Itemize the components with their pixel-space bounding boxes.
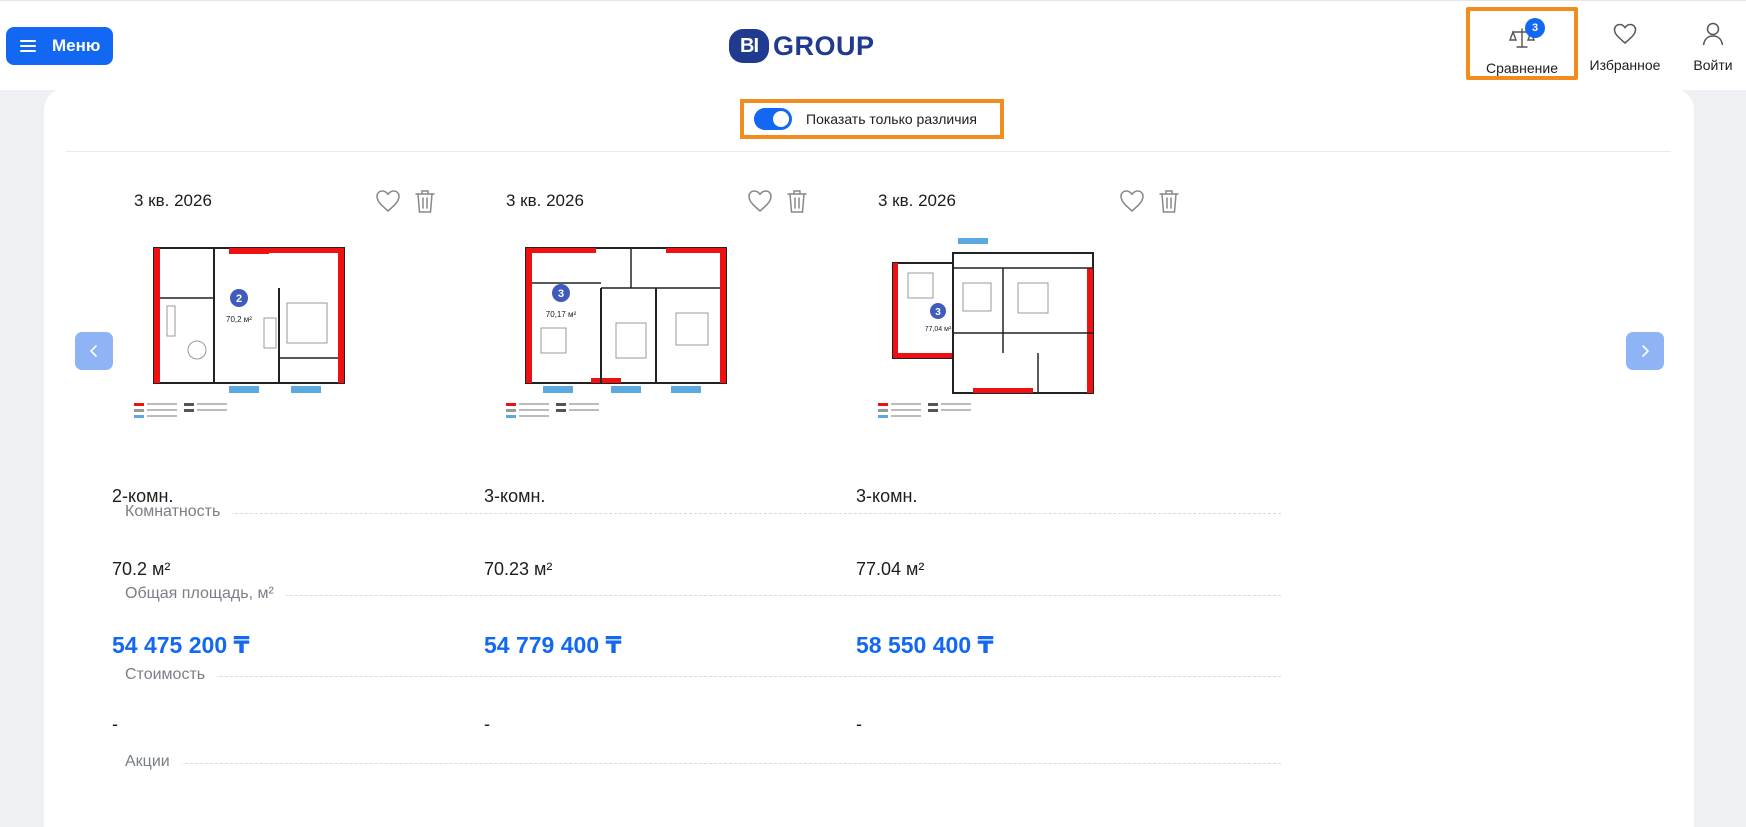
- promo-value: -: [112, 714, 118, 734]
- trash-icon[interactable]: [786, 188, 808, 214]
- plan-area: 77,04 м²: [925, 326, 952, 333]
- row-separator: [125, 513, 1281, 514]
- price-value: 54 475 200 ₸: [112, 632, 250, 658]
- user-icon: [1702, 22, 1724, 46]
- next-arrow-button[interactable]: [1626, 332, 1664, 370]
- area-value: 77.04 м²: [856, 559, 925, 579]
- logo[interactable]: BI GROUP: [729, 29, 875, 63]
- heart-icon: [1613, 23, 1637, 44]
- apartment-column: 3 кв. 2026 3 70,17 м² 3-комн. 70.23 м² 5…: [461, 88, 833, 827]
- logo-mark: BI: [729, 29, 769, 63]
- compare-link[interactable]: 3 Сравнение: [1466, 7, 1578, 80]
- apartment-column: 3 кв. 2026 3 77,04 м² 3 -комн. 77.04 м² 5…: [833, 88, 1205, 827]
- login-label: Войти: [1693, 57, 1733, 73]
- plan-rooms-number: 2: [236, 293, 242, 305]
- plan-area: 70,17 м²: [546, 310, 577, 319]
- login-link[interactable]: Войти: [1684, 13, 1742, 83]
- promo-row-label: Акции: [125, 753, 182, 771]
- area-value: 70.2 м²: [112, 559, 171, 579]
- chevron-right-icon: [1642, 345, 1649, 357]
- price-row-label: Стоимость: [125, 666, 218, 684]
- favorites-link[interactable]: Избранное: [1585, 13, 1665, 83]
- area-row-label: Общая площадь, м²: [125, 585, 286, 603]
- floor-plan-image: 3 77,04 м²: [878, 238, 1094, 418]
- plan-rooms-number: 3: [935, 307, 941, 318]
- heart-icon[interactable]: [375, 188, 401, 214]
- completion-date: 3 кв. 2026: [506, 191, 584, 210]
- floor-plan-image: 2 70,2 м²: [134, 247, 345, 418]
- site-header: Меню BI GROUP 3 Сравнение Избранное Войт…: [0, 0, 1746, 90]
- completion-date: 3 кв. 2026: [134, 191, 212, 210]
- trash-icon[interactable]: [1158, 188, 1180, 214]
- menu-button-label: Меню: [52, 36, 101, 55]
- completion-date: 3 кв. 2026: [878, 191, 956, 210]
- row-separator: [125, 676, 1281, 677]
- promo-value: -: [856, 714, 862, 734]
- floor-plan-image: 3 70,17 м²: [506, 247, 727, 418]
- rooms-row-label: Комнатность: [125, 503, 233, 521]
- rooms-value: 3-комн.: [484, 486, 546, 506]
- logo-text: GROUP: [773, 30, 875, 61]
- trash-icon[interactable]: [414, 188, 436, 214]
- heart-icon[interactable]: [747, 188, 773, 214]
- price-value: 58 550 400 ₸: [856, 632, 994, 658]
- row-separator: [125, 595, 1281, 596]
- heart-icon[interactable]: [1119, 188, 1145, 214]
- apartment-column: 3 кв. 2026 2 70,2 м² 2-комн. 70.2 м² 54 …: [89, 88, 461, 827]
- compare-label: Сравнение: [1486, 60, 1558, 76]
- burger-icon: [20, 40, 36, 52]
- favorites-label: Избранное: [1589, 57, 1661, 73]
- row-separator: [125, 763, 1281, 764]
- area-value: 70.23 м²: [484, 559, 553, 579]
- plan-rooms-number: 3: [558, 288, 564, 300]
- compare-count-badge: 3: [1525, 18, 1545, 38]
- promo-value: -: [484, 714, 490, 734]
- rooms-value: 3-комн.: [856, 486, 918, 506]
- price-value: 54 779 400 ₸: [484, 632, 622, 658]
- menu-button[interactable]: Меню: [6, 27, 113, 65]
- plan-area: 70,2 м²: [226, 315, 252, 324]
- comparison-card: Показать только различия 3 кв. 2026 2 70…: [44, 88, 1694, 827]
